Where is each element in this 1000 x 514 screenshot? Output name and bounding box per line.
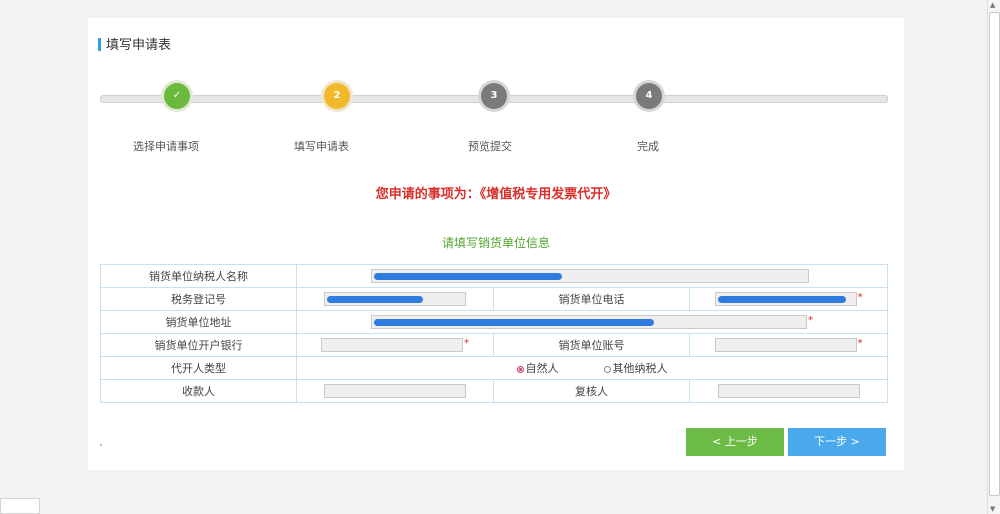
- step-3-label: 预览提交: [468, 140, 512, 153]
- status-corner: [0, 498, 40, 514]
- agent-type-natural-person[interactable]: 自然人: [516, 362, 559, 375]
- tax-id-input[interactable]: [324, 292, 466, 306]
- seller-address-label: 销货单位地址: [100, 310, 297, 334]
- section-title: 请填写销货单位信息: [441, 236, 550, 250]
- divider-dot: [100, 444, 102, 446]
- application-notice: 您申请的事项为：《增值税专用发票代开》: [375, 187, 617, 202]
- payee-input[interactable]: [324, 384, 466, 398]
- application-form-card: 填写申请表 ✓ 2 3 4 选择申请事项 填写申请表 预览提交 完成 您申请的事…: [88, 18, 904, 470]
- seller-account-label: 销货单位账号: [493, 333, 690, 357]
- seller-address-input[interactable]: [371, 315, 807, 329]
- page-title: 填写申请表: [98, 34, 171, 53]
- seller-account-input[interactable]: [714, 338, 857, 352]
- radio-selected-icon[interactable]: [516, 365, 524, 373]
- seller-info-table: 销货单位纳税人名称 税务登记号 销货单位电话 * 销货单位地址 * 销货单位开户…: [100, 264, 888, 403]
- payee-label: 收款人: [100, 379, 297, 403]
- agent-type-other-taxpayer[interactable]: 其他纳税人: [603, 362, 668, 375]
- seller-phone-label: 销货单位电话: [493, 287, 690, 311]
- scrollbar-thumb[interactable]: [989, 12, 1000, 496]
- reviewer-input[interactable]: [717, 384, 860, 398]
- reviewer-label: 复核人: [493, 379, 690, 403]
- step-2-label: 填写申请表: [294, 140, 349, 153]
- seller-phone-input[interactable]: [714, 292, 857, 306]
- seller-bank-label: 销货单位开户银行: [100, 333, 297, 357]
- prev-step-button[interactable]: < 上一步: [686, 428, 784, 456]
- radio-unselected-icon[interactable]: [603, 365, 611, 373]
- seller-name-label: 销货单位纳税人名称: [100, 264, 297, 288]
- tax-id-label: 税务登记号: [100, 287, 297, 311]
- next-step-button[interactable]: 下一步 >: [788, 428, 886, 456]
- step-4-indicator: 4: [636, 83, 662, 109]
- step-1-check-icon: ✓: [164, 83, 190, 109]
- scroll-up-icon[interactable]: ▲: [990, 1, 995, 9]
- vertical-scrollbar[interactable]: ▲ ▼: [987, 0, 1000, 514]
- step-3-indicator: 3: [481, 83, 507, 109]
- seller-name-input[interactable]: [371, 269, 809, 283]
- seller-bank-input[interactable]: [321, 338, 463, 352]
- step-4-label: 完成: [637, 140, 659, 153]
- step-2-indicator: 2: [324, 83, 350, 109]
- scroll-down-icon[interactable]: ▼: [990, 505, 995, 513]
- agent-type-label: 代开人类型: [100, 356, 297, 380]
- step-1-label: 选择申请事项: [133, 140, 199, 153]
